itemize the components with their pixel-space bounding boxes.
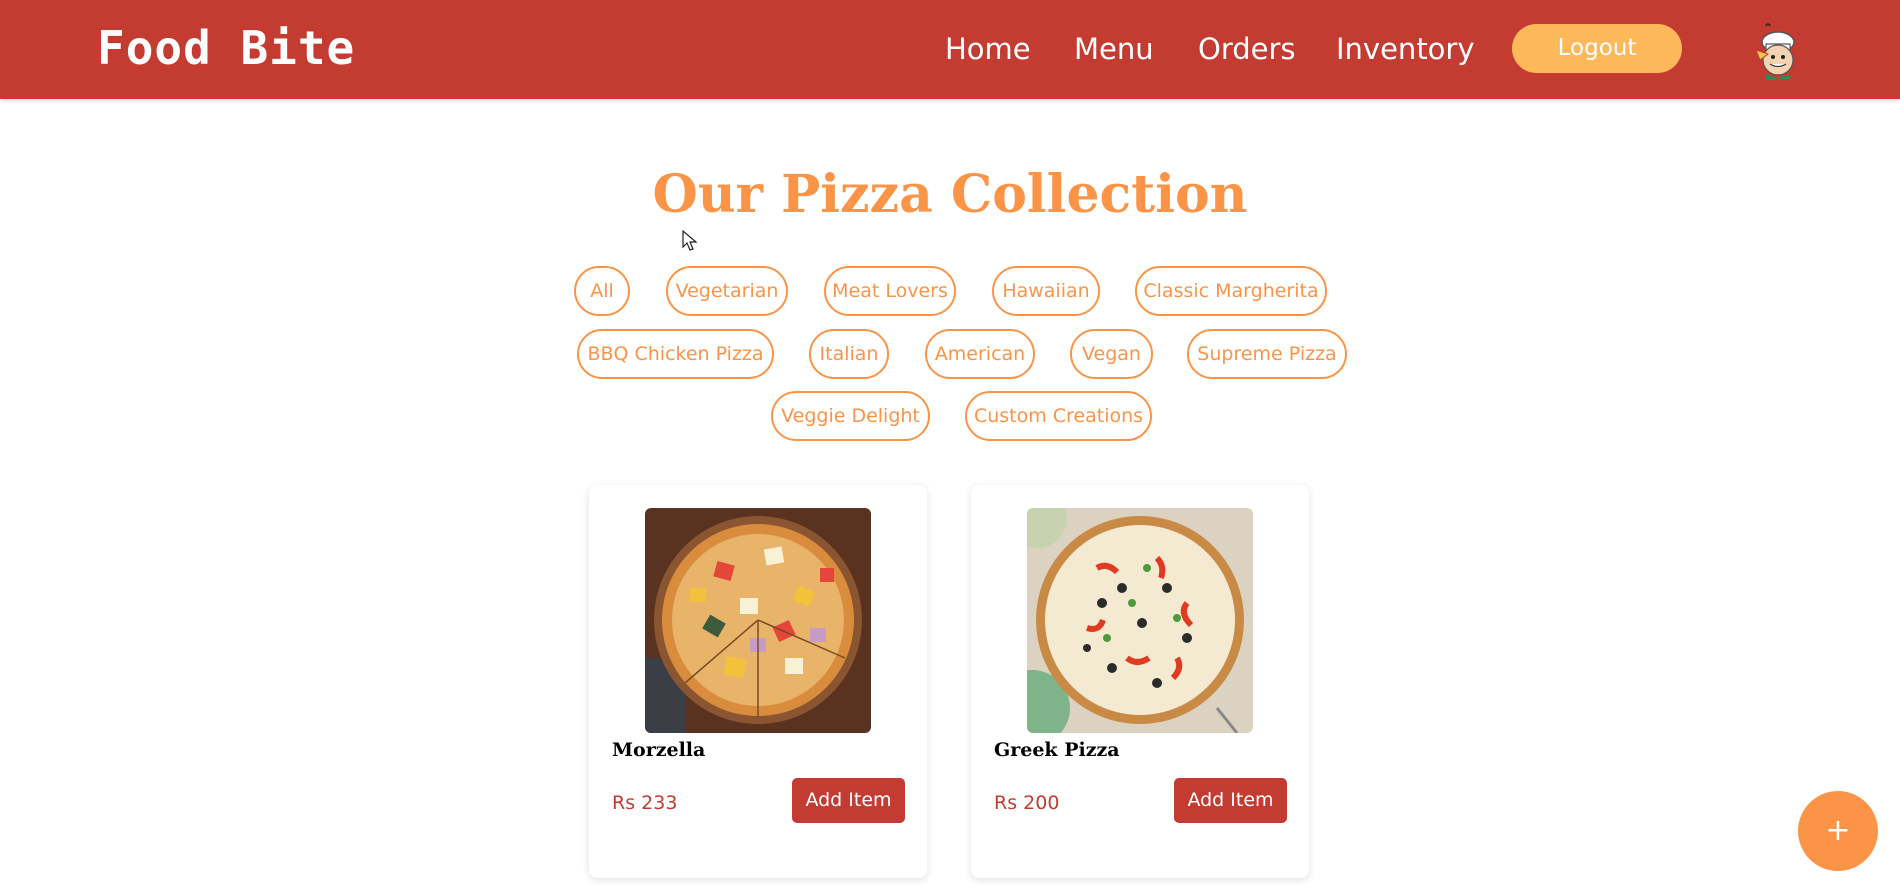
mouse-pointer-icon — [682, 229, 698, 252]
filter-chip-vegetarian[interactable]: Vegetarian — [666, 266, 788, 316]
nav-link-orders[interactable]: Orders — [1198, 26, 1296, 72]
add-pizza-fab[interactable]: + — [1798, 791, 1878, 871]
pizza-name: Morzella — [612, 739, 706, 761]
logout-button[interactable]: Logout — [1512, 24, 1682, 73]
nav-link-home[interactable]: Home — [945, 26, 1031, 72]
filter-chip-hawaiian[interactable]: Hawaiian — [992, 266, 1100, 316]
filter-chip-supreme-pizza[interactable]: Supreme Pizza — [1187, 329, 1347, 379]
filter-chip-meat-lovers[interactable]: Meat Lovers — [824, 266, 956, 316]
pizza-photo — [645, 508, 871, 733]
top-navbar: Food Bite Home Menu Orders Inventory Log… — [0, 0, 1900, 99]
pizza-card: Greek Pizza Rs 200 Add Item — [971, 485, 1309, 878]
filter-chip-veggie-delight[interactable]: Veggie Delight — [771, 391, 930, 441]
add-item-button[interactable]: Add Item — [1174, 778, 1287, 823]
filter-chip-vegan[interactable]: Vegan — [1070, 329, 1153, 379]
filter-chip-american[interactable]: American — [925, 329, 1035, 379]
pizza-price: Rs 200 — [994, 792, 1060, 814]
pizza-card: Morzella Rs 233 Add Item — [589, 485, 927, 878]
nav-link-inventory[interactable]: Inventory — [1336, 26, 1475, 72]
filter-chip-all[interactable]: All — [574, 266, 630, 316]
filter-chip-custom-creations[interactable]: Custom Creations — [965, 391, 1152, 441]
nav-link-menu[interactable]: Menu — [1074, 26, 1154, 72]
filter-chip-italian[interactable]: Italian — [809, 329, 889, 379]
filter-chip-classic-margherita[interactable]: Classic Margherita — [1135, 266, 1327, 316]
pizza-photo — [1027, 508, 1253, 733]
brand-logo[interactable]: Food Bite — [97, 18, 355, 78]
add-item-button[interactable]: Add Item — [792, 778, 905, 823]
filter-chip-bbq-chicken-pizza[interactable]: BBQ Chicken Pizza — [577, 329, 774, 379]
page-title: Our Pizza Collection — [652, 164, 1248, 225]
chef-avatar-icon[interactable] — [1748, 20, 1804, 80]
pizza-price: Rs 233 — [612, 792, 678, 814]
pizza-name: Greek Pizza — [994, 739, 1120, 761]
